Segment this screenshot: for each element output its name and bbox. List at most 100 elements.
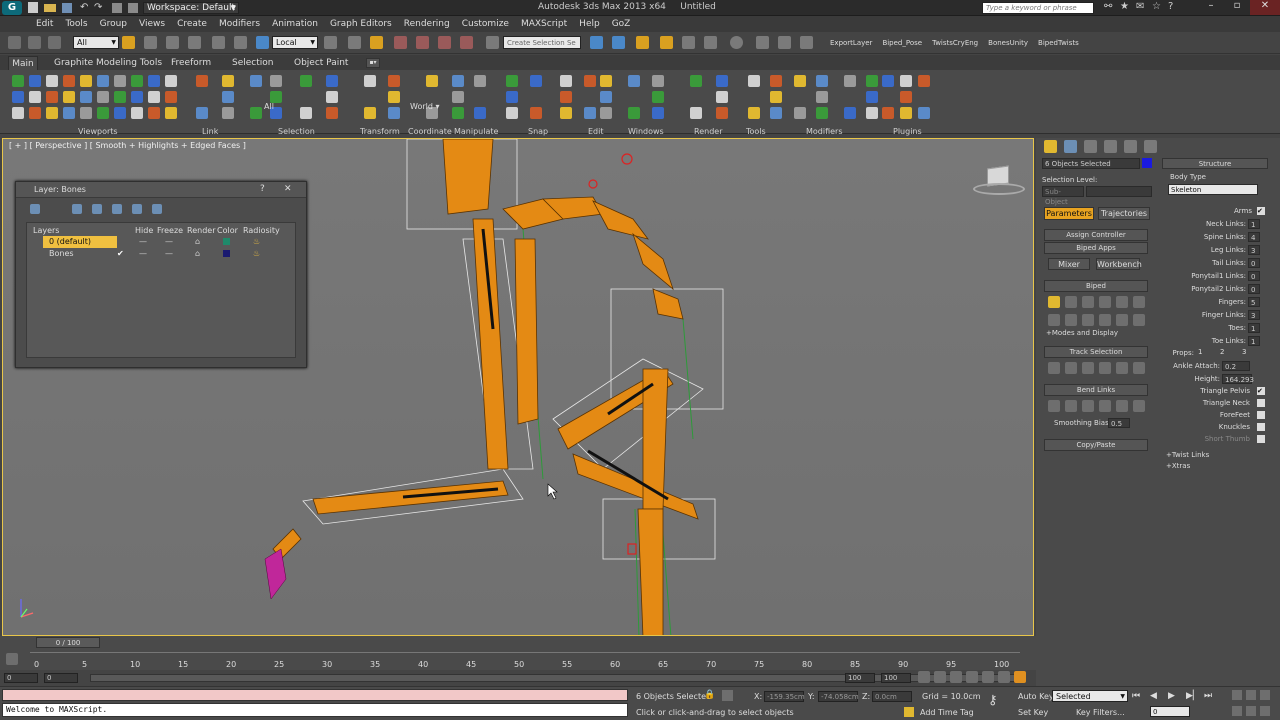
ribbon-tool-icon[interactable] bbox=[866, 75, 878, 87]
biped-tool-icon[interactable] bbox=[1099, 400, 1111, 412]
ribbon-tool-icon[interactable] bbox=[844, 107, 856, 119]
biped-tool-icon[interactable] bbox=[1133, 314, 1145, 326]
ribbon-tool-icon[interactable] bbox=[148, 107, 160, 119]
ribbon-tool-icon[interactable] bbox=[882, 75, 894, 87]
smoothing-bias-field[interactable]: 0.5 bbox=[1108, 418, 1130, 428]
ribbon-tool-icon[interactable] bbox=[918, 75, 930, 87]
ribbon-tool-icon[interactable] bbox=[918, 107, 930, 119]
structure-param-field[interactable]: 1 bbox=[1248, 336, 1260, 346]
close-button[interactable]: ✕ bbox=[1250, 0, 1280, 15]
ribbon-tool-icon[interactable] bbox=[474, 107, 486, 119]
ribbon-tool-icon[interactable] bbox=[165, 75, 177, 87]
ribbon-tool-icon[interactable] bbox=[506, 107, 518, 119]
biped-tool-icon[interactable] bbox=[1133, 400, 1145, 412]
ribbon-tool-icon[interactable] bbox=[506, 91, 518, 103]
maximize-button[interactable]: ▫ bbox=[1224, 0, 1250, 15]
biped-tool-icon[interactable] bbox=[1099, 314, 1111, 326]
ribbon-tool-icon[interactable] bbox=[29, 91, 41, 103]
menu-graph-editors[interactable]: Graph Editors bbox=[324, 16, 398, 32]
structure-param-field[interactable]: 4 bbox=[1248, 232, 1260, 242]
maxscript-output[interactable]: Welcome to MAXScript. bbox=[2, 703, 628, 717]
ribbon-tool-icon[interactable] bbox=[388, 91, 400, 103]
column-freeze[interactable]: Freeze bbox=[157, 226, 183, 235]
menu-create[interactable]: Create bbox=[171, 16, 213, 32]
rotate-icon[interactable] bbox=[234, 36, 247, 49]
freeze-toggle[interactable]: — bbox=[165, 236, 173, 248]
rollout-bend-links[interactable]: Bend Links bbox=[1044, 384, 1148, 396]
zoom-icon[interactable] bbox=[1232, 690, 1242, 700]
workspace-dropdown[interactable]: Workspace: Default ▼ bbox=[143, 2, 239, 14]
ribbon-tool-icon[interactable] bbox=[628, 75, 640, 87]
ribbon-tool-icon[interactable] bbox=[270, 75, 282, 87]
props-radio-2[interactable]: 2 bbox=[1220, 348, 1224, 356]
ribbon-group-snap[interactable]: Snap bbox=[528, 127, 548, 136]
ribbon-tool-icon[interactable] bbox=[600, 75, 612, 87]
structure-checkbox[interactable] bbox=[1257, 399, 1265, 407]
script-button-exportlayer[interactable]: ExportLayer bbox=[830, 39, 872, 47]
favorites-icon[interactable]: ☆ bbox=[1152, 1, 1161, 12]
ribbon-tool-icon[interactable] bbox=[794, 75, 806, 87]
rollout-biped[interactable]: Biped bbox=[1044, 280, 1148, 292]
props-radio-3[interactable]: 3 bbox=[1242, 348, 1246, 356]
ribbon-tool-icon[interactable] bbox=[690, 75, 702, 87]
ribbon-tool-icon[interactable] bbox=[148, 91, 160, 103]
ribbon-group-link[interactable]: Link bbox=[202, 127, 218, 136]
ribbon-tool-icon[interactable] bbox=[816, 91, 828, 103]
ribbon-tool-icon[interactable] bbox=[12, 75, 24, 87]
menu-help[interactable]: Help bbox=[573, 16, 606, 32]
ribbon-tool-icon[interactable] bbox=[326, 75, 338, 87]
ribbon-tool-icon[interactable] bbox=[148, 75, 160, 87]
ribbon-tool-icon[interactable] bbox=[114, 91, 126, 103]
ribbon-tool-icon[interactable] bbox=[222, 91, 234, 103]
column-layers[interactable]: Layers bbox=[33, 226, 59, 235]
rollout-assign-controller[interactable]: Assign Controller bbox=[1044, 229, 1148, 241]
ribbon-tool-icon[interactable] bbox=[165, 107, 177, 119]
script-button-biped-pose[interactable]: Biped_Pose bbox=[882, 39, 922, 47]
ribbon-group-viewports[interactable]: Viewports bbox=[78, 127, 118, 136]
biped-tool-icon[interactable] bbox=[1116, 314, 1128, 326]
ribbon-tool-icon[interactable] bbox=[628, 107, 640, 119]
ribbon-tool-icon[interactable] bbox=[388, 75, 400, 87]
structure-param-field[interactable]: 0 bbox=[1248, 284, 1260, 294]
arms-checkbox[interactable]: ✔ bbox=[1257, 207, 1265, 215]
hide-toggle[interactable]: — bbox=[139, 236, 147, 248]
modify-tab-icon[interactable] bbox=[1064, 140, 1077, 153]
render-teapot-icon[interactable]: ⌂ bbox=[195, 236, 200, 248]
ribbon-tool-icon[interactable] bbox=[250, 107, 262, 119]
ribbon-tool-icon[interactable] bbox=[326, 107, 338, 119]
column-render[interactable]: Render bbox=[187, 226, 215, 235]
script-button-twistscryeng[interactable]: TwistsCryEng bbox=[932, 39, 978, 47]
menu-animation[interactable]: Animation bbox=[266, 16, 324, 32]
tab-main[interactable]: Main bbox=[8, 56, 38, 70]
ribbon-tool-icon[interactable] bbox=[584, 107, 596, 119]
biped-tool-icon[interactable] bbox=[1048, 296, 1060, 308]
minimize-button[interactable]: – bbox=[1198, 0, 1224, 15]
structure-param-field[interactable]: 3 bbox=[1248, 245, 1260, 255]
ribbon-group-windows[interactable]: Windows bbox=[628, 127, 664, 136]
menu-modifiers[interactable]: Modifiers bbox=[213, 16, 266, 32]
column-radiosity[interactable]: Radiosity bbox=[243, 226, 280, 235]
ribbon-group-render[interactable]: Render bbox=[694, 127, 722, 136]
ribbon-group-tools[interactable]: Tools bbox=[746, 127, 766, 136]
structure-param-field[interactable]: 5 bbox=[1248, 297, 1260, 307]
close-icon[interactable]: ✕ bbox=[284, 184, 292, 194]
percent-snap-icon[interactable] bbox=[438, 36, 451, 49]
create-layer-icon[interactable] bbox=[30, 204, 40, 214]
subscription-icon[interactable]: ★ bbox=[1120, 1, 1129, 12]
biped-tool-icon[interactable] bbox=[1099, 296, 1111, 308]
structure-param-field[interactable]: 3 bbox=[1248, 310, 1260, 320]
ribbon-tool-icon[interactable] bbox=[300, 75, 312, 87]
props-radio-1[interactable]: 1 bbox=[1198, 348, 1202, 356]
layer-window-titlebar[interactable]: Layer: Bones ? ✕ bbox=[16, 182, 306, 198]
previous-frame-icon[interactable]: ◀ bbox=[1150, 691, 1157, 701]
ribbon-tool-icon[interactable] bbox=[80, 91, 92, 103]
ribbon-tool-icon[interactable] bbox=[530, 75, 542, 87]
ribbon-tool-icon[interactable] bbox=[388, 107, 400, 119]
motion-tab-icon[interactable] bbox=[1104, 140, 1117, 153]
ribbon-tool-icon[interactable] bbox=[816, 107, 828, 119]
ribbon-tool-icon[interactable] bbox=[12, 91, 24, 103]
ribbon-group-plugins[interactable]: Plugins bbox=[893, 127, 922, 136]
current-frame-field[interactable]: 0 bbox=[1150, 706, 1190, 717]
radiosity-icon[interactable]: ♨ bbox=[253, 248, 260, 260]
twist-links-rollout[interactable]: +Twist Links bbox=[1166, 451, 1209, 459]
